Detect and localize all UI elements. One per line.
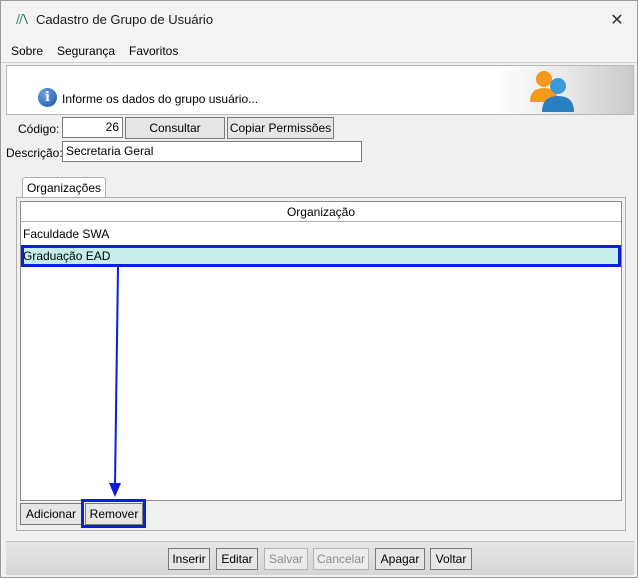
header-band: i Informe os dados do grupo usuário... <box>6 65 634 115</box>
title-bar: Cadastro de Grupo de Usuário ✕ <box>1 1 637 37</box>
app-logo-icon <box>16 14 28 24</box>
close-icon[interactable]: ✕ <box>597 1 637 37</box>
remover-highlight <box>81 499 146 528</box>
info-icon: i <box>38 88 57 107</box>
tab-panel: Organização Faculdade SWA Graduação EAD <box>16 197 626 531</box>
menu-sobre[interactable]: Sobre <box>11 44 43 58</box>
cancelar-button[interactable]: Cancelar <box>313 548 369 570</box>
apagar-button[interactable]: Apagar <box>375 548 425 570</box>
menu-seguranca[interactable]: Segurança <box>57 44 115 58</box>
codigo-input[interactable]: 26 <box>62 117 123 138</box>
window: Cadastro de Grupo de Usuário ✕ Sobre Seg… <box>0 0 638 578</box>
organizacoes-grid: Organização Faculdade SWA Graduação EAD <box>20 201 622 501</box>
salvar-button[interactable]: Salvar <box>264 548 308 570</box>
window-title: Cadastro de Grupo de Usuário <box>36 12 214 27</box>
tab-organizacoes[interactable]: Organizações <box>22 177 106 198</box>
menu-bar: Sobre Segurança Favoritos <box>1 37 637 63</box>
descricao-input[interactable]: Secretaria Geral <box>62 141 362 162</box>
bottom-toolbar: Inserir Editar Salvar Cancelar Apagar Vo… <box>6 541 634 575</box>
descricao-label: Descrição: <box>6 146 63 160</box>
voltar-button[interactable]: Voltar <box>430 548 472 570</box>
consultar-button[interactable]: Consultar <box>125 117 225 139</box>
adicionar-button[interactable]: Adicionar <box>20 503 82 525</box>
header-text: Informe os dados do grupo usuário... <box>62 92 259 106</box>
table-row-selected[interactable]: Graduação EAD <box>21 245 621 267</box>
inserir-button[interactable]: Inserir <box>168 548 210 570</box>
table-row[interactable]: Faculdade SWA <box>21 223 621 245</box>
column-header-organizacao[interactable]: Organização <box>21 202 621 222</box>
users-icon <box>530 71 574 112</box>
editar-button[interactable]: Editar <box>216 548 258 570</box>
menu-favoritos[interactable]: Favoritos <box>129 44 178 58</box>
copiar-permissoes-button[interactable]: Copiar Permissões <box>227 117 334 139</box>
codigo-label: Código: <box>18 122 60 136</box>
